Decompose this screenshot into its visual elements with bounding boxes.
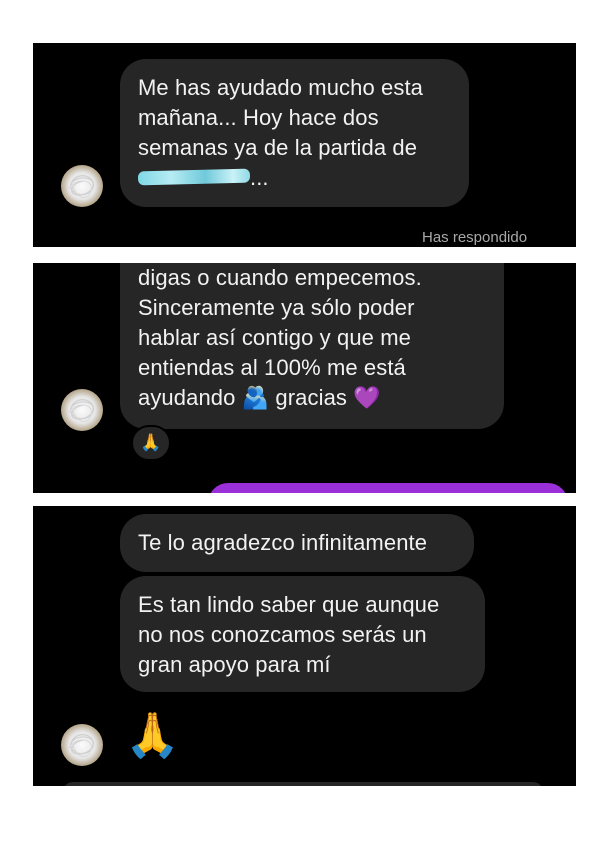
chat-panel-3: Te lo agradezco infinitamente Es tan lin… xyxy=(33,506,576,786)
purple-heart-icon: 💜 xyxy=(353,385,381,410)
next-message-bubble-edge xyxy=(63,782,543,786)
message-bubble[interactable]: Me has ayudado mucho esta mañana... Hoy … xyxy=(120,59,469,207)
message-text: gracias xyxy=(275,385,348,410)
message-line: semanas ya de la partida de xyxy=(138,135,418,160)
message-line: Te lo agradezco infinitamente xyxy=(138,530,428,555)
hug-emoji-icon: 🫂 xyxy=(241,385,270,410)
status-text: Has respondido xyxy=(422,229,528,246)
message-line: no nos conozcamos serás un xyxy=(138,622,427,647)
avatar[interactable] xyxy=(61,389,103,431)
message-line: digas o cuando empecemos. xyxy=(138,265,422,290)
avatar-scribble-icon xyxy=(68,734,94,758)
avatar-scribble-icon xyxy=(68,175,94,199)
message-text: ayudando xyxy=(138,385,236,410)
redacted-name xyxy=(137,168,251,186)
message-line: entiendas al 100% me está xyxy=(138,355,406,380)
message-bubble[interactable]: Te lo agradezco infinitamente xyxy=(120,514,474,572)
avatar[interactable] xyxy=(61,724,103,766)
message-line: Me has ayudado mucho esta xyxy=(138,75,424,100)
reaction-badge[interactable]: 🙏 xyxy=(131,425,171,461)
avatar[interactable] xyxy=(61,165,103,207)
praying-hands-icon[interactable]: 🙏 xyxy=(125,711,180,761)
outgoing-message-bubble[interactable] xyxy=(208,483,568,493)
praying-hands-icon: 🙏 xyxy=(140,433,162,452)
message-bubble[interactable]: digas o cuando empecemos. Sinceramente y… xyxy=(120,263,504,429)
chat-panel-2: digas o cuando empecemos. Sinceramente y… xyxy=(33,263,576,493)
message-line: ... xyxy=(137,163,451,193)
message-line: Sinceramente ya sólo poder xyxy=(138,295,415,320)
message-line: mañana... Hoy hace dos xyxy=(138,105,379,130)
message-line: gran apoyo para mí xyxy=(138,652,331,677)
message-ellipsis: ... xyxy=(250,165,269,190)
message-bubble[interactable]: Es tan lindo saber que aunque no nos con… xyxy=(120,576,485,692)
avatar-scribble-icon xyxy=(68,399,94,423)
chat-panel-1: Me has ayudado mucho esta mañana... Hoy … xyxy=(33,43,576,247)
message-line: Es tan lindo saber que aunque xyxy=(138,592,440,617)
message-line: ayudando 🫂 gracias 💜 xyxy=(138,383,486,413)
message-line: hablar así contigo y que me xyxy=(138,325,411,350)
